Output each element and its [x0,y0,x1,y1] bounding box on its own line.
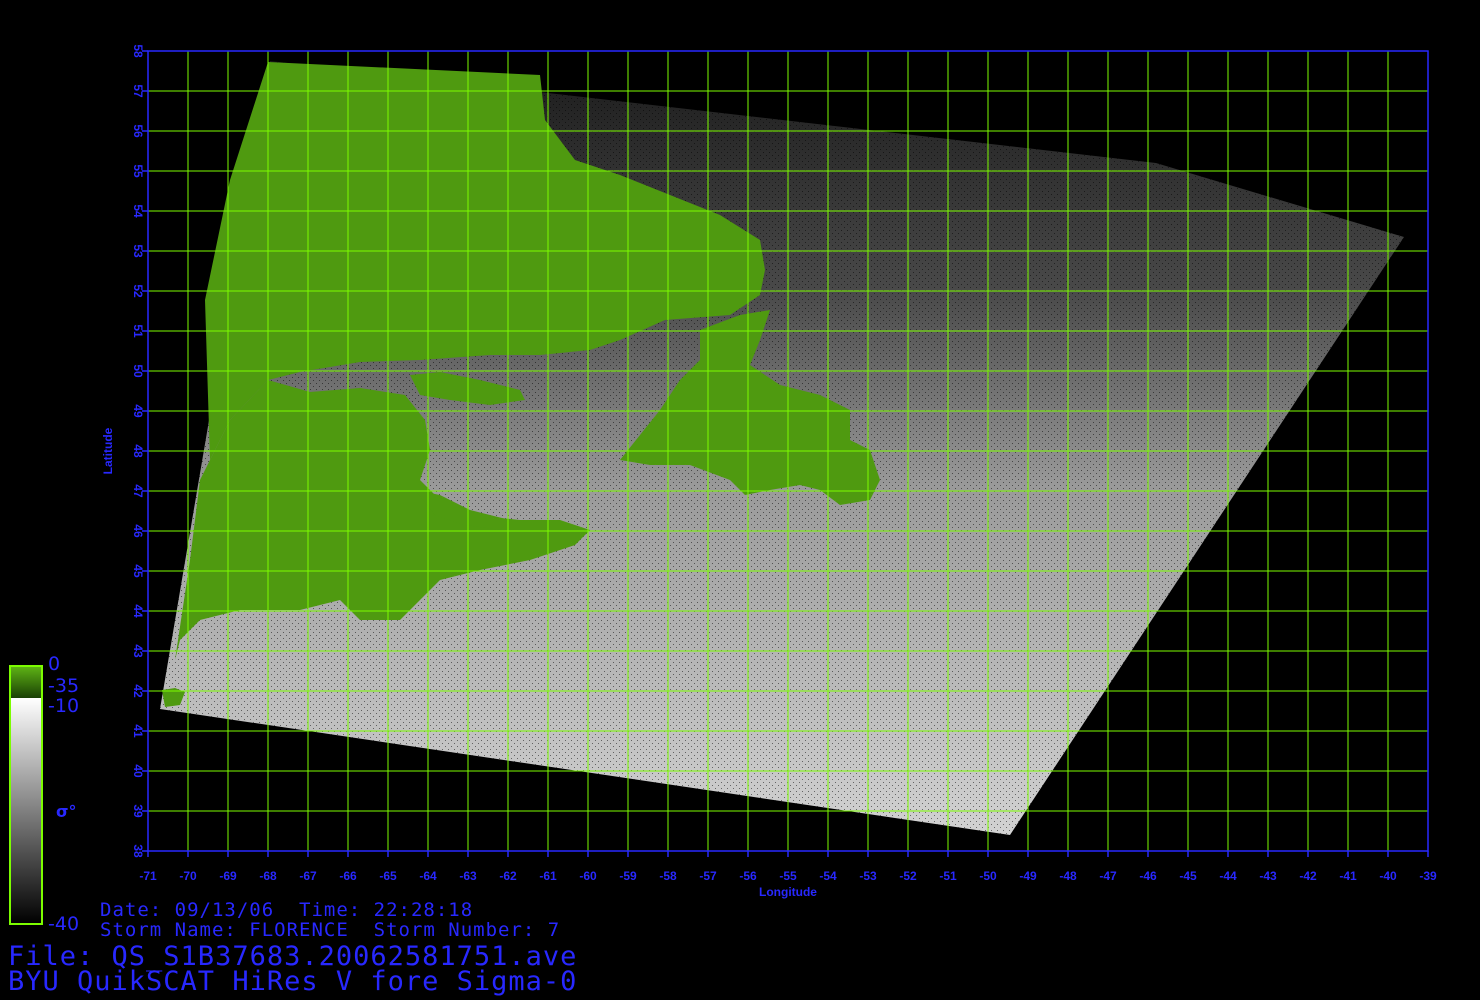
x-tick-label: -48 [1059,869,1077,883]
y-tick-label: 38 [131,844,145,858]
x-tick-label: -63 [459,869,477,883]
x-tick-label: -60 [579,869,597,883]
x-tick-label: -49 [1019,869,1037,883]
x-tick-label: -61 [539,869,557,883]
colorbar-land-bottom-label: -35 [48,675,80,697]
x-tick-label: -62 [499,869,517,883]
sigma0-map: -71 -70 -69 -68 -67 -66 -65 -64 -63 -62 -61 -60 -59 -… [9,44,1437,925]
x-axis-title: Longitude [759,885,817,899]
x-tick-label: -56 [739,869,757,883]
x-tick-label: -44 [1219,869,1237,883]
colorbar-ocean [10,698,42,924]
y-tick-label: 53 [131,244,145,258]
x-tick-label: -58 [659,869,677,883]
y-tick-label: 48 [131,444,145,458]
x-tick-label: -57 [699,869,717,883]
x-tick-label: -50 [979,869,997,883]
x-tick-label: -65 [379,869,397,883]
y-tick-label: 58 [131,44,145,58]
x-tick-label: -39 [1419,869,1437,883]
x-tick-label: -70 [179,869,197,883]
x-tick-label: -68 [259,869,277,883]
x-tick-label: -46 [1139,869,1157,883]
storm-info-line: Storm Name: FLORENCE Storm Number: 7 [100,919,561,941]
x-tick-label: -52 [899,869,917,883]
colorbar-ocean-top-label: -10 [48,695,80,717]
x-tick-label: -59 [619,869,637,883]
product-title-line: BYU QuikSCAT HiRes V fore Sigma-0 [8,966,578,997]
y-tick-label: 57 [131,84,145,98]
x-tick-label: -45 [1179,869,1197,883]
y-tick-label: 46 [131,524,145,538]
x-tick-label: -42 [1299,869,1317,883]
x-tick-label: -71 [139,869,157,883]
y-axis-title: Latitude [101,427,115,474]
x-tick-label: -47 [1099,869,1117,883]
colorbar [9,665,43,925]
x-tick-label: -41 [1339,869,1357,883]
y-tick-label: 50 [131,364,145,378]
y-axis-ticks: 38 39 40 41 42 43 44 45 46 47 48 49 50 51 52 53 54 55 56 57… [131,44,148,858]
y-tick-label: 52 [131,284,145,298]
y-tick-label: 40 [131,764,145,778]
x-tick-label: -53 [859,869,877,883]
y-tick-label: 44 [131,604,145,618]
y-tick-label: 51 [131,324,145,338]
x-tick-label: -40 [1379,869,1397,883]
y-tick-label: 56 [131,124,145,138]
colorbar-land-top-label: 0 [48,653,61,675]
y-tick-label: 47 [131,484,145,498]
x-tick-label: -66 [339,869,357,883]
y-tick-label: 49 [131,404,145,418]
lat-lon-grid [147,50,1429,852]
y-tick-label: 41 [131,724,145,738]
y-tick-label: 42 [131,684,145,698]
x-tick-label: -43 [1259,869,1277,883]
date-time-line: Date: 09/13/06 Time: 22:28:18 [100,899,474,921]
y-tick-label: 45 [131,564,145,578]
x-tick-label: -64 [419,869,437,883]
x-axis-ticks: -71 -70 -69 -68 -67 -66 -65 -64 -63 -62 -61 -60 -59 -… [139,851,1437,883]
colorbar-symbol: σ° [56,802,77,821]
x-tick-label: -51 [939,869,957,883]
y-tick-label: 43 [131,644,145,658]
y-tick-label: 54 [131,204,145,218]
x-tick-label: -55 [779,869,797,883]
y-tick-label: 39 [131,804,145,818]
y-tick-label: 55 [131,164,145,178]
colorbar-land [10,666,42,698]
colorbar-ocean-bottom-label: -40 [48,913,80,935]
x-tick-label: -67 [299,869,317,883]
x-tick-label: -54 [819,869,837,883]
x-tick-label: -69 [219,869,237,883]
